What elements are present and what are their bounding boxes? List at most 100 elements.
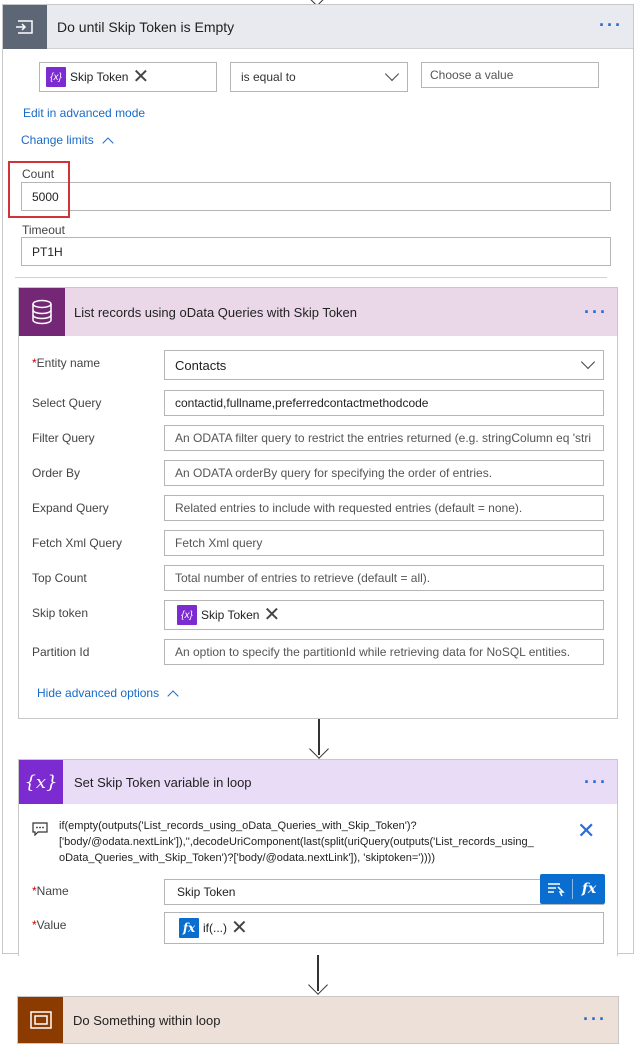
do-something-title: Do Something within loop <box>73 1013 221 1028</box>
filter-query-label: Filter Query <box>32 431 95 445</box>
entity-name-label: *Entity name <box>32 356 100 370</box>
list-records-card: List records using oData Queries with Sk… <box>18 287 618 719</box>
remove-token-icon[interactable]: ✕ <box>132 67 149 87</box>
database-icon <box>32 299 52 325</box>
count-highlight-box <box>8 161 70 218</box>
condition-operator-select[interactable]: is equal to <box>230 62 408 92</box>
chevron-down-icon <box>580 354 596 370</box>
set-variable-menu-button[interactable]: ··· <box>584 772 608 793</box>
comment-icon <box>32 822 48 836</box>
hide-advanced-label: Hide advanced options <box>37 686 160 700</box>
list-records-header[interactable]: List records using oData Queries with Sk… <box>19 288 617 336</box>
expand-query-placeholder: Related entries to include with requeste… <box>175 501 523 515</box>
top-count-input[interactable]: Total number of entries to retrieve (def… <box>164 565 604 591</box>
remove-token-icon[interactable]: ✕ <box>263 605 280 625</box>
expression-button[interactable]: fx <box>573 881 605 897</box>
scope-icon <box>29 1011 52 1029</box>
top-count-label: Top Count <box>32 571 87 585</box>
timeout-label: Timeout <box>22 223 65 237</box>
fetch-xml-input[interactable]: Fetch Xml query <box>164 530 604 556</box>
operator-value: is equal to <box>241 70 296 84</box>
variable-icon: {x} <box>177 605 197 625</box>
variable-icon: {x} <box>46 67 66 87</box>
change-limits-label: Change limits <box>21 133 94 147</box>
value-input[interactable]: fx if(...) ✕ <box>164 912 604 944</box>
condition-token-label: Skip Token <box>70 70 129 84</box>
do-until-header[interactable]: Do until Skip Token is Empty ··· <box>3 5 633 49</box>
fx-icon: fx <box>179 918 199 938</box>
select-query-input[interactable]: contactid,fullname,preferredcontactmetho… <box>164 390 604 416</box>
name-label-text: Name <box>36 884 69 898</box>
condition-right-field[interactable]: Choose a value <box>421 62 599 88</box>
skip-token-label: Skip token <box>32 606 89 620</box>
value-expression-token[interactable]: fx if(...) ✕ <box>179 918 248 938</box>
loop-icon <box>3 5 47 49</box>
dataverse-icon-box <box>19 288 65 336</box>
order-by-placeholder: An ODATA orderBy query for specifying th… <box>175 466 493 480</box>
expression-box[interactable]: if(empty(outputs('List_records_using_oDa… <box>29 812 609 874</box>
do-something-card[interactable]: Do Something within loop ··· <box>17 996 619 1044</box>
top-count-placeholder: Total number of entries to retrieve (def… <box>175 571 431 585</box>
chevron-up-icon <box>167 689 179 702</box>
skip-token-input[interactable]: {x} Skip Token ✕ <box>164 600 604 630</box>
entity-name-label-text: Entity name <box>36 356 101 370</box>
expression-line-2: ['body/@odata.nextLink']),'',decodeUriCo… <box>59 836 534 848</box>
do-something-menu-button[interactable]: ··· <box>583 1009 607 1030</box>
do-until-menu-button[interactable]: ··· <box>599 15 623 36</box>
fetch-xml-placeholder: Fetch Xml query <box>175 536 263 550</box>
expression-line-1: if(empty(outputs('List_records_using_oDa… <box>59 820 417 832</box>
expand-query-label: Expand Query <box>32 501 109 515</box>
condition-left-field[interactable]: {x} Skip Token ✕ <box>39 62 217 92</box>
variable-icon-box: {x} <box>19 760 63 804</box>
dynamic-toolbar: fx <box>540 874 605 904</box>
list-records-title: List records using oData Queries with Sk… <box>74 305 358 320</box>
chevron-up-icon <box>102 136 114 149</box>
variable-icon: {x} <box>24 771 58 793</box>
connector-arrow-icon <box>309 739 329 759</box>
connector-arrow-icon <box>308 975 328 995</box>
partition-id-input[interactable]: An option to specify the partitionId whi… <box>164 639 604 665</box>
name-input[interactable]: Skip Token <box>164 879 604 905</box>
fetch-xml-label: Fetch Xml Query <box>32 536 123 550</box>
value-label-text: Value <box>36 918 67 932</box>
expand-query-input[interactable]: Related entries to include with requeste… <box>164 495 604 521</box>
order-by-input[interactable]: An ODATA orderBy query for specifying th… <box>164 460 604 486</box>
select-query-label: Select Query <box>32 396 102 410</box>
select-query-value: contactid,fullname,preferredcontactmetho… <box>175 396 429 410</box>
expression-line-3: oData_Queries_with_Skip_Token')?['body/@… <box>59 852 435 864</box>
count-input[interactable]: 5000 <box>21 182 611 211</box>
set-variable-title: Set Skip Token variable in loop <box>74 775 252 790</box>
dynamic-content-icon <box>548 883 565 897</box>
close-icon[interactable]: ✕ <box>577 818 595 844</box>
do-until-card: Do until Skip Token is Empty ··· {x} Ski… <box>2 4 634 956</box>
skip-token-token[interactable]: {x} Skip Token ✕ <box>177 605 281 625</box>
entity-name-select[interactable]: Contacts <box>164 350 604 380</box>
skip-token-token-label: Skip Token <box>201 608 260 622</box>
set-variable-header[interactable]: {x} Set Skip Token variable in loop ··· <box>19 760 617 804</box>
timeout-input[interactable]: PT1H <box>21 237 611 266</box>
value-label: *Value <box>32 918 66 932</box>
hide-advanced-toggle[interactable]: Hide advanced options <box>37 686 179 702</box>
dynamic-content-button[interactable] <box>540 874 572 904</box>
filter-query-input[interactable]: An ODATA filter query to restrict the en… <box>164 425 604 451</box>
condition-token[interactable]: {x} Skip Token ✕ <box>46 67 150 87</box>
name-label: *Name <box>32 884 69 898</box>
change-limits-toggle[interactable]: Change limits <box>21 133 114 149</box>
name-value: Skip Token <box>177 885 236 899</box>
do-until-title: Do until Skip Token is Empty <box>57 19 235 35</box>
timeout-value: PT1H <box>32 244 63 259</box>
filter-query-placeholder: An ODATA filter query to restrict the en… <box>175 431 592 445</box>
edit-advanced-mode-link[interactable]: Edit in advanced mode <box>23 106 145 120</box>
expression-text: if(empty(outputs('List_records_using_oDa… <box>59 818 569 866</box>
chevron-down-icon <box>384 66 400 82</box>
entity-name-value: Contacts <box>175 357 227 373</box>
control-icon-box <box>18 997 63 1043</box>
partition-id-label: Partition Id <box>32 645 90 659</box>
order-by-label: Order By <box>32 466 81 480</box>
condition-right-placeholder: Choose a value <box>430 68 514 82</box>
list-records-menu-button[interactable]: ··· <box>584 302 608 323</box>
value-token-label: if(...) <box>203 921 227 935</box>
remove-token-icon[interactable]: ✕ <box>231 918 248 938</box>
set-variable-card: {x} Set Skip Token variable in loop ··· … <box>18 759 618 956</box>
loop-divider <box>15 277 607 278</box>
